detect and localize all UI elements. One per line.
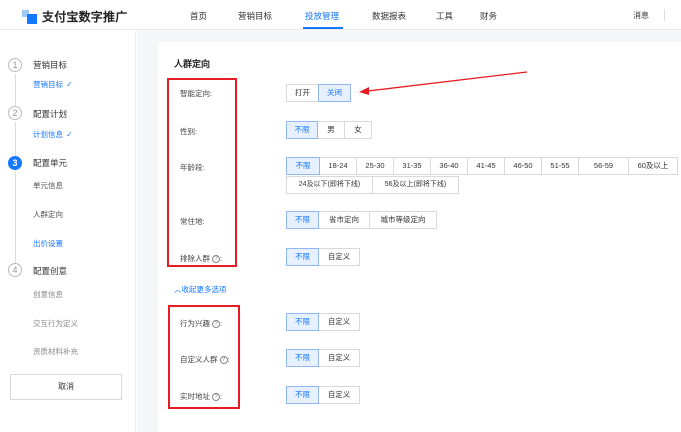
age-51-55-option[interactable]: 51-55 [541,157,579,175]
step-number-4: 4 [8,263,22,277]
residence-any-option[interactable]: 不限 [286,211,319,229]
nav-divider [664,9,665,21]
smart-targeting-on-option[interactable]: 打开 [286,84,319,102]
gender-any-option[interactable]: 不限 [286,121,318,139]
nav-messages[interactable]: 消息 [633,10,649,21]
steps-sidebar [0,31,136,432]
residence-city-level-option[interactable]: 城市等级定向 [369,211,437,229]
age-31-35-option[interactable]: 31-35 [393,157,431,175]
step-title-plan-config: 配置计划 [33,109,68,119]
exclude-crowd-any-option[interactable]: 不限 [286,248,319,266]
step-title-unit-config: 配置单元 [33,158,68,168]
step-sub-creative-info[interactable]: 创意信息 [33,289,63,300]
residence-province-city-option[interactable]: 省市定向 [318,211,370,229]
step-connector [14,171,16,264]
realtime-address-any-option[interactable]: 不限 [286,386,319,404]
step-sub-marketing-goal[interactable]: 营销目标 ✓ [33,79,73,90]
step-connector [14,122,16,156]
step-number-3: 3 [8,156,22,170]
annotation-highlight-box [167,78,237,267]
nav-active-indicator [303,27,343,29]
top-navigation-bar: 支付宝数字推广 首页 营销目标 投放管理 数据报表 工具 财务 消息 [0,0,681,30]
realtime-address-custom-option[interactable]: 自定义 [318,386,360,404]
step-sub-qualification-materials[interactable]: 资质材料补充 [33,346,78,357]
step-sub-crowd-targeting[interactable]: 人群定向 [33,209,63,220]
nav-item-delivery-management[interactable]: 投放管理 [305,10,339,22]
age-any-option[interactable]: 不限 [286,157,320,175]
age-56-above-option[interactable]: 56及以上(即将下线) [372,176,459,194]
step-sub-plan-info[interactable]: 计划信息 ✓ [33,129,73,140]
step-sub-unit-info[interactable]: 单元信息 [33,180,63,191]
cancel-button[interactable]: 取消 [10,374,122,400]
gender-female-option[interactable]: 女 [344,121,372,139]
exclude-crowd-custom-option[interactable]: 自定义 [318,248,360,266]
nav-item-marketing-goal[interactable]: 营销目标 [238,10,272,22]
check-icon: ✓ [66,130,73,139]
step-number-2: 2 [8,106,22,120]
custom-crowd-custom-option[interactable]: 自定义 [318,349,360,367]
behavior-interest-custom-option[interactable]: 自定义 [318,313,360,331]
custom-crowd-any-option[interactable]: 不限 [286,349,319,367]
step-title-creative-config: 配置创意 [33,266,68,276]
step-sub-bid-settings[interactable]: 出价设置 [33,238,63,249]
check-icon: ✓ [66,80,73,89]
age-60-plus-option[interactable]: 60及以上 [628,157,678,175]
step-number-1: 1 [8,58,22,72]
main-nav: 首页 营销目标 投放管理 数据报表 工具 财务 消息 [0,0,681,30]
gender-male-option[interactable]: 男 [317,121,345,139]
age-56-59-option[interactable]: 56-59 [578,157,629,175]
step-connector [14,74,16,108]
behavior-interest-any-option[interactable]: 不限 [286,313,319,331]
smart-targeting-off-option[interactable]: 关闭 [318,84,351,102]
collapse-more-options-toggle[interactable]: ︿收起更多选项 [174,284,227,295]
age-46-50-option[interactable]: 46-50 [504,157,542,175]
step-sub-interaction-definition[interactable]: 交互行为定义 [33,318,78,329]
step-title-marketing-goal: 营销目标 [33,60,68,70]
annotation-highlight-box [168,305,240,409]
age-25-30-option[interactable]: 25-30 [356,157,394,175]
nav-item-tools[interactable]: 工具 [436,10,453,22]
age-24-below-option[interactable]: 24及以下(即将下线) [286,176,373,194]
chevron-up-icon: ︿ [174,285,182,294]
age-41-45-option[interactable]: 41-45 [467,157,505,175]
section-title: 人群定向 [174,59,211,69]
nav-item-finance[interactable]: 财务 [480,10,497,22]
age-18-24-option[interactable]: 18-24 [319,157,357,175]
nav-item-data-reports[interactable]: 数据报表 [372,10,406,22]
nav-item-home[interactable]: 首页 [190,10,207,22]
age-36-40-option[interactable]: 36-40 [430,157,468,175]
